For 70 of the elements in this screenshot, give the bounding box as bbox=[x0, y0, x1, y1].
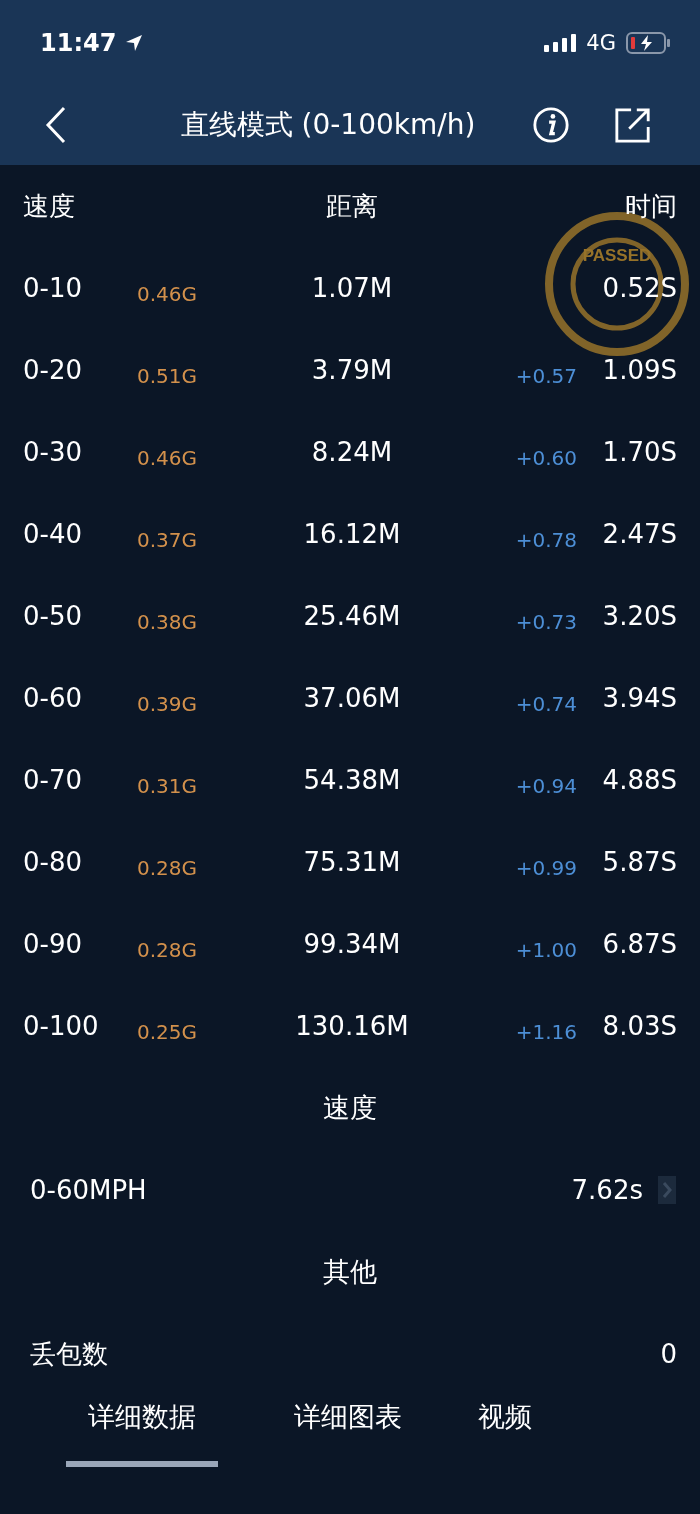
elapsed-time: 5.87S bbox=[602, 847, 677, 877]
time-delta: +0.78 bbox=[515, 528, 577, 552]
g-force: 0.31G bbox=[137, 774, 198, 798]
location-arrow-icon bbox=[124, 32, 145, 53]
metric-label: 0-60MPH bbox=[30, 1175, 147, 1205]
speed-range: 0-20 bbox=[23, 355, 83, 385]
battery-icon bbox=[626, 31, 670, 54]
distance: 130.16M bbox=[295, 1011, 409, 1041]
speed-range: 0-60 bbox=[23, 683, 83, 713]
g-force: 0.28G bbox=[137, 938, 198, 962]
distance: 8.24M bbox=[311, 437, 393, 467]
time-delta: +0.99 bbox=[515, 856, 577, 880]
speed-range: 0-90 bbox=[23, 929, 83, 959]
elapsed-time: 2.47S bbox=[602, 519, 677, 549]
g-force: 0.46G bbox=[137, 282, 198, 306]
g-force: 0.51G bbox=[137, 364, 198, 388]
distance: 99.34M bbox=[303, 929, 401, 959]
elapsed-time: 0.52S bbox=[602, 273, 677, 303]
metric-value: 7.62s bbox=[571, 1175, 643, 1205]
speed-range: 0-30 bbox=[23, 437, 83, 467]
section-title: 速度 bbox=[323, 1091, 377, 1125]
time-delta: +0.60 bbox=[515, 446, 577, 470]
distance: 1.07M bbox=[311, 273, 393, 303]
elapsed-time: 4.88S bbox=[602, 765, 677, 795]
distance: 75.31M bbox=[303, 847, 401, 877]
distance: 37.06M bbox=[303, 683, 401, 713]
tab[interactable]: 视频 bbox=[478, 1395, 532, 1467]
time-delta: +0.73 bbox=[515, 610, 577, 634]
distance: 25.46M bbox=[303, 601, 401, 631]
info-icon[interactable] bbox=[532, 106, 570, 144]
g-force: 0.28G bbox=[137, 856, 198, 880]
g-force: 0.38G bbox=[137, 610, 198, 634]
signal-icon bbox=[544, 33, 577, 52]
page-title: 直线模式 (0-100km/h) bbox=[179, 107, 477, 143]
time-delta: +1.16 bbox=[515, 1020, 577, 1044]
time-delta: +0.94 bbox=[515, 774, 577, 798]
speed-range: 0-70 bbox=[23, 765, 83, 795]
distance: 3.79M bbox=[311, 355, 393, 385]
column-header: 时间 bbox=[624, 189, 677, 223]
metric-value: 0 bbox=[660, 1339, 677, 1369]
speed-range: 0-80 bbox=[23, 847, 83, 877]
speed-range: 0-100 bbox=[23, 1011, 100, 1041]
status-time: 11:47 bbox=[40, 28, 117, 57]
column-header: 速度 bbox=[23, 189, 76, 223]
column-header: 距离 bbox=[325, 189, 379, 223]
elapsed-time: 6.87S bbox=[602, 929, 677, 959]
time-delta: +0.74 bbox=[515, 692, 577, 716]
metric-label: 丢包数 bbox=[30, 1337, 108, 1371]
back-icon[interactable] bbox=[44, 105, 68, 145]
distance: 16.12M bbox=[303, 519, 401, 549]
network-label: 4G bbox=[586, 30, 616, 55]
speed-range: 0-40 bbox=[23, 519, 83, 549]
share-icon[interactable] bbox=[614, 106, 652, 144]
elapsed-time: 8.03S bbox=[602, 1011, 677, 1041]
g-force: 0.39G bbox=[137, 692, 198, 716]
time-delta: +1.00 bbox=[515, 938, 577, 962]
elapsed-time: 3.20S bbox=[602, 601, 677, 631]
speed-range: 0-10 bbox=[23, 273, 83, 303]
elapsed-time: 3.94S bbox=[602, 683, 677, 713]
tab[interactable]: 详细数据 bbox=[66, 1395, 218, 1467]
time-delta: +0.57 bbox=[515, 364, 577, 388]
section-title: 其他 bbox=[323, 1255, 377, 1289]
g-force: 0.46G bbox=[137, 446, 198, 470]
elapsed-time: 1.09S bbox=[602, 355, 677, 385]
g-force: 0.25G bbox=[137, 1020, 198, 1044]
elapsed-time: 1.70S bbox=[602, 437, 677, 467]
g-force: 0.37G bbox=[137, 528, 198, 552]
distance: 54.38M bbox=[303, 765, 401, 795]
tab[interactable]: 详细图表 bbox=[294, 1395, 402, 1467]
speed-range: 0-50 bbox=[23, 601, 83, 631]
